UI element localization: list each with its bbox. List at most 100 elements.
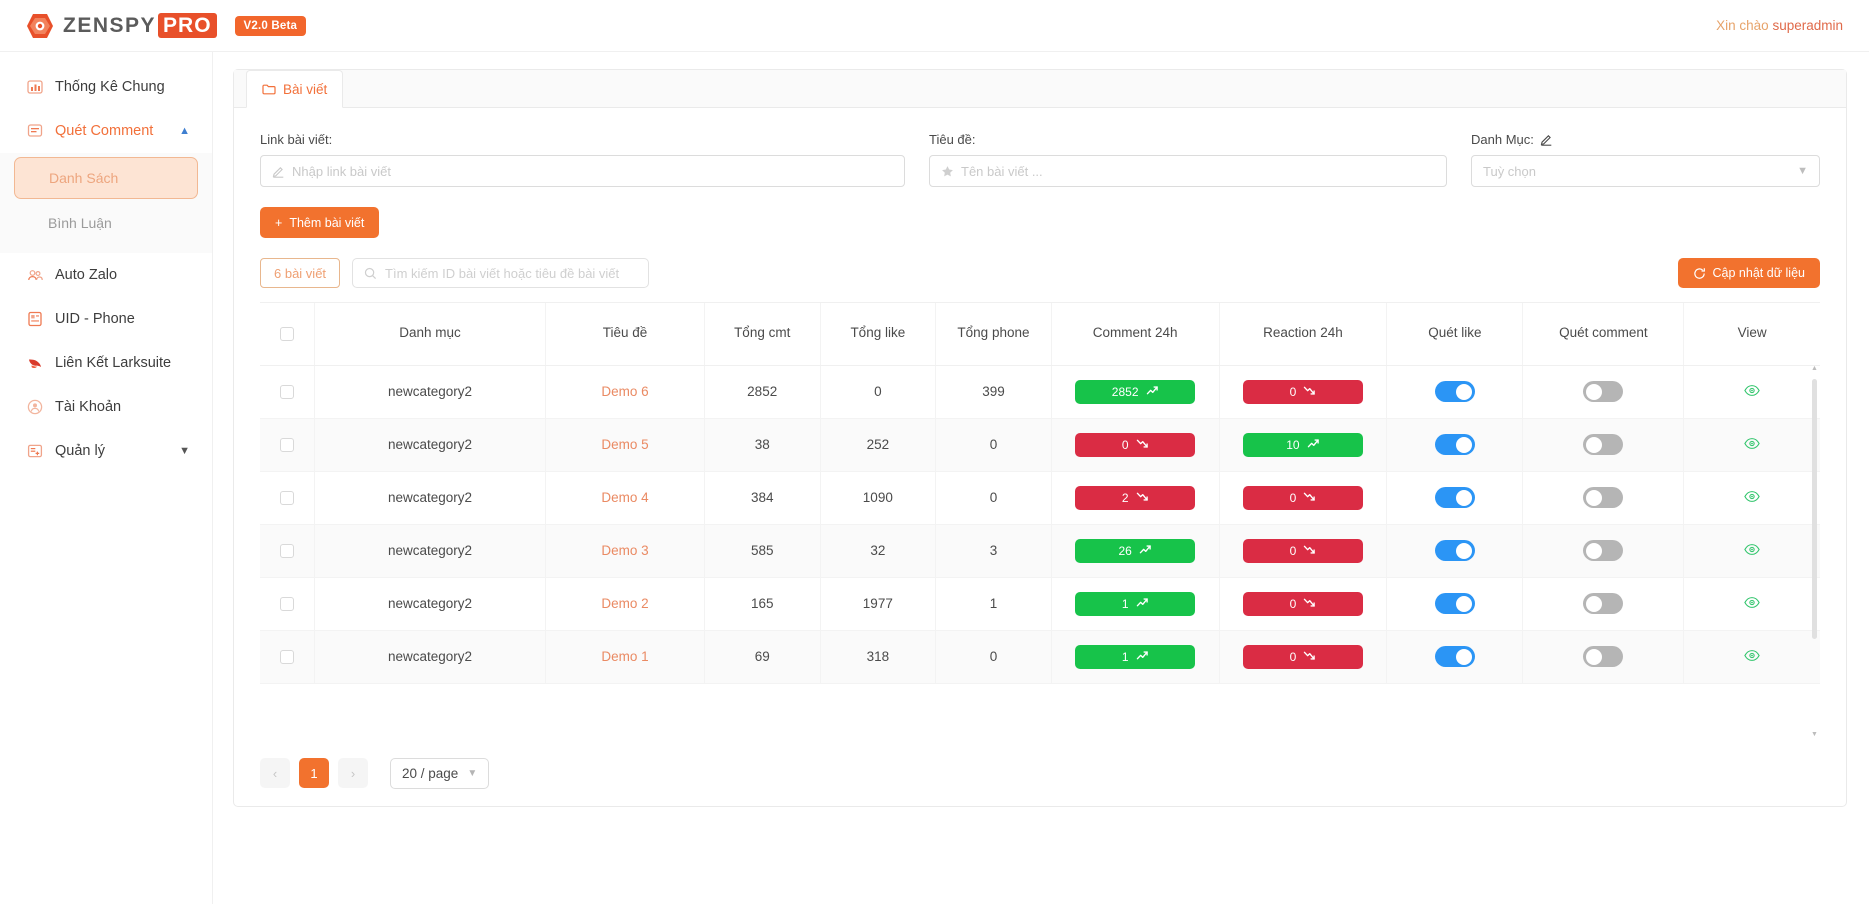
chevron-down-icon[interactable]: ▼ xyxy=(179,445,190,457)
pencil-icon xyxy=(272,166,284,178)
cell-title[interactable]: Demo 3 xyxy=(545,524,705,578)
cell-title[interactable]: Demo 6 xyxy=(545,365,705,419)
eye-icon[interactable] xyxy=(1744,384,1760,397)
scroll-up-arrow-icon[interactable]: ▲ xyxy=(1811,365,1818,372)
header-quet-comment[interactable]: Quét comment xyxy=(1522,303,1685,366)
select-all-checkbox[interactable] xyxy=(279,326,294,341)
comment-24h-badge[interactable]: 2852 xyxy=(1075,379,1196,404)
scan-like-toggle[interactable] xyxy=(1434,487,1475,508)
header-tong-phone[interactable]: Tổng phone xyxy=(935,303,1052,366)
page-size-label: 20 / page xyxy=(402,765,459,781)
cell-title[interactable]: Demo 2 xyxy=(545,577,705,631)
sidebar-item-label: UID - Phone xyxy=(55,311,135,327)
pagination-next[interactable]: › xyxy=(338,758,368,788)
link-label: Link bài viết: xyxy=(260,132,333,147)
header-quet-like[interactable]: Quét like xyxy=(1386,303,1524,366)
scrollbar-thumb[interactable] xyxy=(1812,379,1817,639)
cell-title[interactable]: Demo 4 xyxy=(545,471,705,525)
header-tieu-de[interactable]: Tiêu đề xyxy=(545,303,705,366)
table-scrollbar[interactable]: ▲ ▼ xyxy=(1811,365,1818,738)
pagination-page-1[interactable]: 1 xyxy=(299,758,329,788)
row-checkbox[interactable] xyxy=(279,597,294,612)
scan-comment-toggle[interactable] xyxy=(1583,646,1624,667)
cell-total-phone: 1 xyxy=(935,577,1052,631)
row-checkbox[interactable] xyxy=(279,650,294,665)
scan-like-toggle[interactable] xyxy=(1434,381,1475,402)
brand-logo[interactable]: ZENSPY PRO xyxy=(26,12,217,39)
comment-24h-badge[interactable]: 0 xyxy=(1075,432,1196,457)
comment-24h-badge[interactable]: 2 xyxy=(1075,485,1196,510)
sidebar-item-uid-phone[interactable]: UID - Phone xyxy=(0,297,212,341)
trend-up-icon xyxy=(1136,597,1149,611)
reaction-24h-badge[interactable]: 10 xyxy=(1242,432,1363,457)
add-post-button[interactable]: + Thêm bài viết xyxy=(260,207,380,238)
reaction-24h-value: 0 xyxy=(1289,649,1297,664)
cell-select xyxy=(260,471,315,525)
title-input[interactable]: Tên bài viết ... xyxy=(929,155,1447,187)
scan-like-toggle[interactable] xyxy=(1434,646,1475,667)
row-checkbox[interactable] xyxy=(279,491,294,506)
chevron-up-icon[interactable]: ▲ xyxy=(179,125,190,137)
eye-icon[interactable] xyxy=(1744,596,1760,609)
row-checkbox[interactable] xyxy=(279,438,294,453)
scan-comment-toggle[interactable] xyxy=(1583,593,1624,614)
reaction-24h-value: 0 xyxy=(1289,490,1297,505)
sidebar-item-quet-comment[interactable]: Quét Comment ▲ xyxy=(0,109,212,153)
scan-like-toggle[interactable] xyxy=(1434,434,1475,455)
sidebar-item-lien-ket-larksuite[interactable]: Liên Kết Larksuite xyxy=(0,341,212,385)
header-comment-24h[interactable]: Comment 24h xyxy=(1051,303,1220,366)
row-checkbox[interactable] xyxy=(279,385,294,400)
reaction-24h-badge[interactable]: 0 xyxy=(1242,591,1363,616)
scan-comment-toggle[interactable] xyxy=(1583,434,1624,455)
cell-title[interactable]: Demo 5 xyxy=(545,418,705,472)
cell-select xyxy=(260,630,315,684)
pencil-icon[interactable] xyxy=(1540,133,1553,146)
header-danh-muc[interactable]: Danh mục xyxy=(314,303,547,366)
eye-icon[interactable] xyxy=(1744,490,1760,503)
scan-like-toggle[interactable] xyxy=(1434,540,1475,561)
sidebar-item-thong-ke-chung[interactable]: Thống Kê Chung xyxy=(0,65,212,109)
page-size-select[interactable]: 20 / page ▼ xyxy=(390,757,490,789)
reaction-24h-badge[interactable]: 0 xyxy=(1242,538,1363,563)
eye-icon[interactable] xyxy=(1744,649,1760,662)
eye-icon[interactable] xyxy=(1744,543,1760,556)
scan-comment-toggle[interactable] xyxy=(1583,381,1624,402)
reaction-24h-badge[interactable]: 0 xyxy=(1242,485,1363,510)
category-select[interactable]: Tuỳ chọn ▼ xyxy=(1471,155,1820,187)
header-tong-cmt[interactable]: Tổng cmt xyxy=(704,303,821,366)
comment-24h-badge[interactable]: 26 xyxy=(1075,538,1196,563)
header-view[interactable]: View xyxy=(1683,303,1820,366)
sidebar: Thống Kê Chung Quét Comment ▲ Danh Sách … xyxy=(0,52,213,904)
folder-icon xyxy=(262,84,276,94)
cell-title[interactable]: Demo 1 xyxy=(545,630,705,684)
search-input[interactable]: Tìm kiếm ID bài viết hoặc tiêu đề bài vi… xyxy=(352,258,650,288)
cell-category: newcategory2 xyxy=(314,365,547,419)
sidebar-item-tai-khoan[interactable]: Tài Khoản xyxy=(0,385,212,429)
row-checkbox[interactable] xyxy=(279,544,294,559)
reaction-24h-badge[interactable]: 0 xyxy=(1242,644,1363,669)
tab-strip: Bài viết xyxy=(234,70,1846,108)
reaction-24h-badge[interactable]: 0 xyxy=(1242,379,1363,404)
scroll-down-arrow-icon[interactable]: ▼ xyxy=(1811,731,1818,738)
tab-bai-viet[interactable]: Bài viết xyxy=(246,70,344,108)
eye-icon[interactable] xyxy=(1744,437,1760,450)
manage-folder-icon xyxy=(26,443,43,460)
sidebar-item-auto-zalo[interactable]: Auto Zalo xyxy=(0,253,212,297)
scan-comment-toggle[interactable] xyxy=(1583,487,1624,508)
trend-down-icon xyxy=(1303,544,1316,558)
header-tong-like[interactable]: Tổng like xyxy=(820,303,937,366)
sidebar-item-danh-sach[interactable]: Danh Sách xyxy=(14,157,198,199)
refresh-data-button[interactable]: Cập nhật dữ liệu xyxy=(1677,258,1820,288)
cell-total-phone: 3 xyxy=(935,524,1052,578)
scan-like-toggle[interactable] xyxy=(1434,593,1475,614)
table-row: newcategory2 Demo 5 38 252 0 0 10 xyxy=(260,418,1820,472)
sidebar-item-binh-luan[interactable]: Bình Luận xyxy=(14,202,198,244)
link-input[interactable]: Nhập link bài viết xyxy=(260,155,905,187)
sidebar-item-quan-ly[interactable]: Quản lý ▼ xyxy=(0,429,212,473)
pagination-prev[interactable]: ‹ xyxy=(260,758,290,788)
cell-scan-comment xyxy=(1522,418,1685,472)
comment-24h-badge[interactable]: 1 xyxy=(1075,644,1196,669)
comment-24h-badge[interactable]: 1 xyxy=(1075,591,1196,616)
scan-comment-toggle[interactable] xyxy=(1583,540,1624,561)
header-reaction-24h[interactable]: Reaction 24h xyxy=(1219,303,1388,366)
